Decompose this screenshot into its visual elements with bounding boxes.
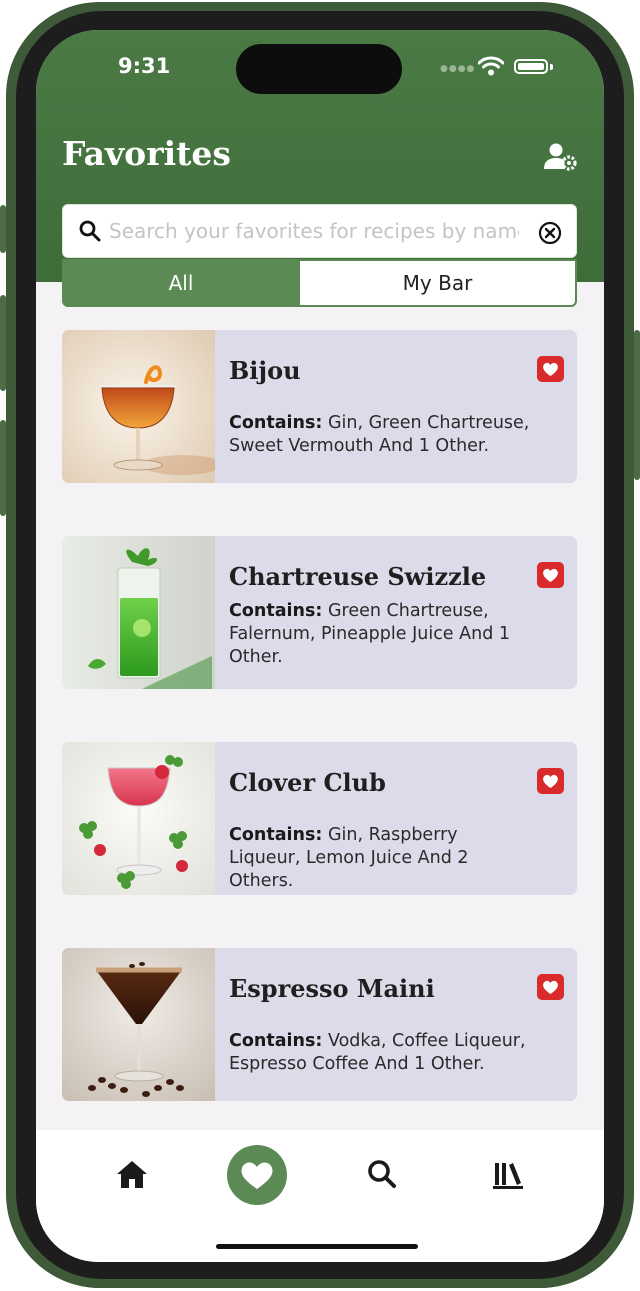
segmented-control: All My Bar <box>62 259 577 307</box>
search-icon <box>79 220 101 242</box>
recipe-card-chartreuse-swizzle[interactable]: Chartreuse Swizzle Contains: Green Chart… <box>62 536 577 689</box>
contains-label: Contains: <box>229 1031 323 1051</box>
volume-up-button <box>0 295 6 391</box>
recipe-image <box>62 742 215 895</box>
recipe-name: Clover Club <box>229 768 386 797</box>
contains-label: Contains: <box>229 413 323 433</box>
battery-icon <box>514 59 548 74</box>
power-button <box>634 330 640 480</box>
recipe-name: Bijou <box>229 356 301 385</box>
favorite-heart-icon[interactable] <box>537 356 564 382</box>
action-button <box>0 205 6 253</box>
recipe-image <box>62 330 215 483</box>
favorite-heart-icon[interactable] <box>537 974 564 1000</box>
signal-icon: ●●●● <box>440 64 476 74</box>
home-indicator <box>216 1244 418 1249</box>
app-screen: 9:31 ●●●● Favorites All <box>36 30 604 1262</box>
battery-tip <box>550 64 553 70</box>
search-bar <box>62 204 577 258</box>
recipe-ingredients: Contains: Vodka, Coffee Liqueur, Espress… <box>229 1030 534 1076</box>
tab-my-bar[interactable]: My Bar <box>300 261 575 305</box>
recipe-ingredients: Contains: Green Chartreuse, Falernum, Pi… <box>229 600 534 669</box>
recipe-image <box>62 536 215 689</box>
recipe-card-espresso-maini[interactable]: Espresso Maini Contains: Vodka, Coffee L… <box>62 948 577 1101</box>
recipe-name: Espresso Maini <box>229 974 435 1003</box>
favorite-heart-icon[interactable] <box>537 562 564 588</box>
library-icon[interactable] <box>492 1158 524 1190</box>
contains-label: Contains: <box>229 825 323 845</box>
recipe-image <box>62 948 215 1101</box>
search-icon[interactable] <box>367 1159 397 1189</box>
search-input[interactable] <box>109 213 519 249</box>
recipe-card-bijou[interactable]: Bijou Contains: Gin, Green Chartreuse, S… <box>62 330 577 483</box>
recipe-card-clover-club[interactable]: Clover Club Contains: Gin, Raspberry Liq… <box>62 742 577 895</box>
heart-icon <box>241 1162 273 1189</box>
favorite-heart-icon[interactable] <box>537 768 564 794</box>
wifi-icon <box>478 56 504 76</box>
status-time: 9:31 <box>118 54 171 78</box>
volume-down-button <box>0 420 6 516</box>
dynamic-island <box>236 44 402 94</box>
recipe-ingredients: Contains: Gin, Raspberry Liqueur, Lemon … <box>229 824 534 893</box>
bottom-nav <box>36 1130 604 1262</box>
recipe-ingredients: Contains: Gin, Green Chartreuse, Sweet V… <box>229 412 534 458</box>
recipe-name: Chartreuse Swizzle <box>229 562 487 591</box>
tab-all[interactable]: All <box>64 261 298 305</box>
favorites-tab-button[interactable] <box>227 1145 287 1205</box>
user-settings-icon[interactable] <box>544 142 578 172</box>
home-icon[interactable] <box>116 1159 148 1189</box>
page-title: Favorites <box>62 134 231 173</box>
clear-search-icon[interactable] <box>538 221 562 245</box>
contains-label: Contains: <box>229 601 323 621</box>
